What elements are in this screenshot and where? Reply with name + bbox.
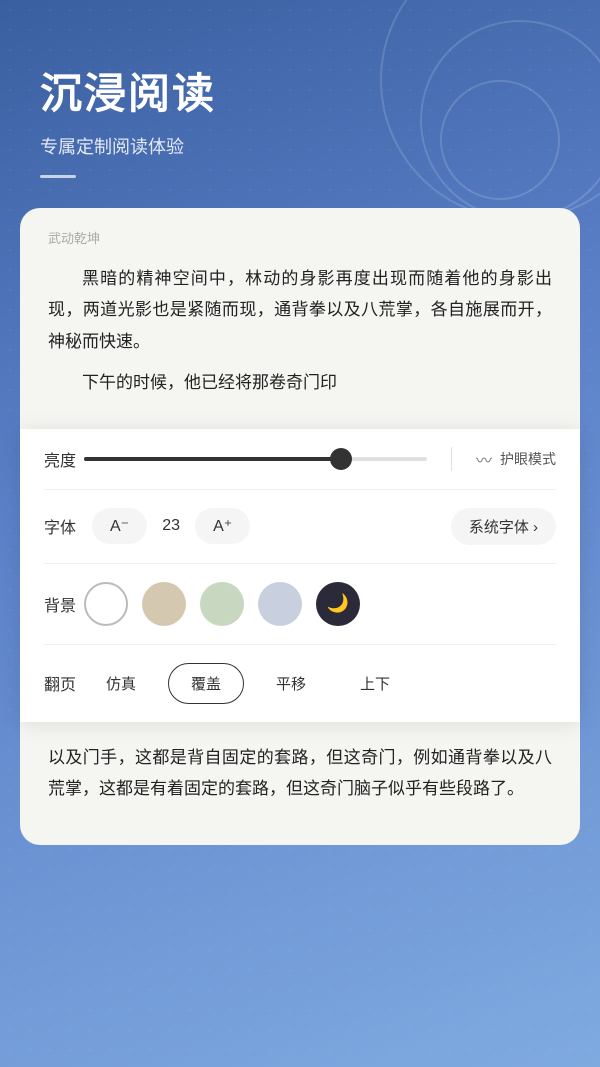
pageturn-updown[interactable]: 上下 xyxy=(338,664,412,703)
pageturn-cover[interactable]: 覆盖 xyxy=(168,663,244,704)
pageturn-options: 仿真 覆盖 平移 上下 xyxy=(84,663,556,704)
page-subtitle: 专属定制阅读体验 xyxy=(40,133,560,159)
bg-option-blue[interactable] xyxy=(258,582,302,626)
font-increase-button[interactable]: A⁺ xyxy=(195,508,250,544)
moon-icon: 🌙 xyxy=(327,593,349,614)
background-row: 背景 🌙 xyxy=(44,564,556,645)
brightness-controls: 〰 护眼模式 xyxy=(84,447,556,471)
font-controls: A⁻ 23 A⁺ 系统字体 › xyxy=(84,508,556,545)
font-row: 字体 A⁻ 23 A⁺ 系统字体 › xyxy=(44,490,556,564)
book-title: 武动乾坤 xyxy=(48,228,552,247)
header: 沉浸阅读 专属定制阅读体验 xyxy=(0,0,600,208)
settings-panel: 亮度 〰 护眼模式 字体 A⁻ 23 A⁺ 系统字体 › 背景 xyxy=(20,429,580,722)
reading-paragraph-2: 下午的时候，他已经将那卷奇门印 xyxy=(48,367,552,398)
page-title: 沉浸阅读 xyxy=(40,60,560,121)
background-label: 背景 xyxy=(44,592,84,616)
reading-card-top: 武动乾坤 黑暗的精神空间中，林动的身影再度出现而随着他的身影出现，两道光影也是紧… xyxy=(20,208,580,429)
pageturn-label: 翻页 xyxy=(44,671,84,695)
bg-option-dark[interactable]: 🌙 xyxy=(316,582,360,626)
pageturn-row: 翻页 仿真 覆盖 平移 上下 xyxy=(44,645,556,722)
font-label: 字体 xyxy=(44,514,84,538)
slider-thumb[interactable] xyxy=(330,448,352,470)
font-decrease-button[interactable]: A⁻ xyxy=(92,508,147,544)
reading-paragraph-1: 黑暗的精神空间中，林动的身影再度出现而随着他的身影出现，两道光影也是紧随而现，通… xyxy=(48,263,552,357)
font-family-button[interactable]: 系统字体 › xyxy=(451,508,556,545)
pageturn-slide[interactable]: 平移 xyxy=(254,664,328,703)
pageturn-simulation[interactable]: 仿真 xyxy=(84,664,158,703)
bg-option-beige[interactable] xyxy=(142,582,186,626)
bg-option-green[interactable] xyxy=(200,582,244,626)
reading-card-bottom: 以及门手，这都是背自固定的套路，但这奇门，例如通背拳以及八荒掌，这都是有着固定的… xyxy=(20,722,580,845)
lower-reading-text: 以及门手，这都是背自固定的套路，但这奇门，例如通背拳以及八荒掌，这都是有着固定的… xyxy=(48,742,552,805)
header-divider xyxy=(40,175,76,178)
eye-icon: 〰 xyxy=(476,447,492,471)
eye-mode-control[interactable]: 〰 护眼模式 xyxy=(476,447,556,471)
slider-track xyxy=(84,457,427,461)
vertical-divider xyxy=(451,447,452,471)
font-size-display: 23 xyxy=(155,517,187,535)
bg-option-white[interactable] xyxy=(84,582,128,626)
background-options: 🌙 xyxy=(84,582,556,626)
eye-mode-label: 护眼模式 xyxy=(500,449,556,469)
lower-paragraph-1: 以及门手，这都是背自固定的套路，但这奇门，例如通背拳以及八荒掌，这都是有着固定的… xyxy=(48,742,552,805)
brightness-slider[interactable] xyxy=(84,457,427,461)
reading-text: 黑暗的精神空间中，林动的身影再度出现而随着他的身影出现，两道光影也是紧随而现，通… xyxy=(48,263,552,399)
brightness-row: 亮度 〰 护眼模式 xyxy=(44,429,556,490)
brightness-label: 亮度 xyxy=(44,447,84,471)
slider-fill xyxy=(84,457,341,461)
